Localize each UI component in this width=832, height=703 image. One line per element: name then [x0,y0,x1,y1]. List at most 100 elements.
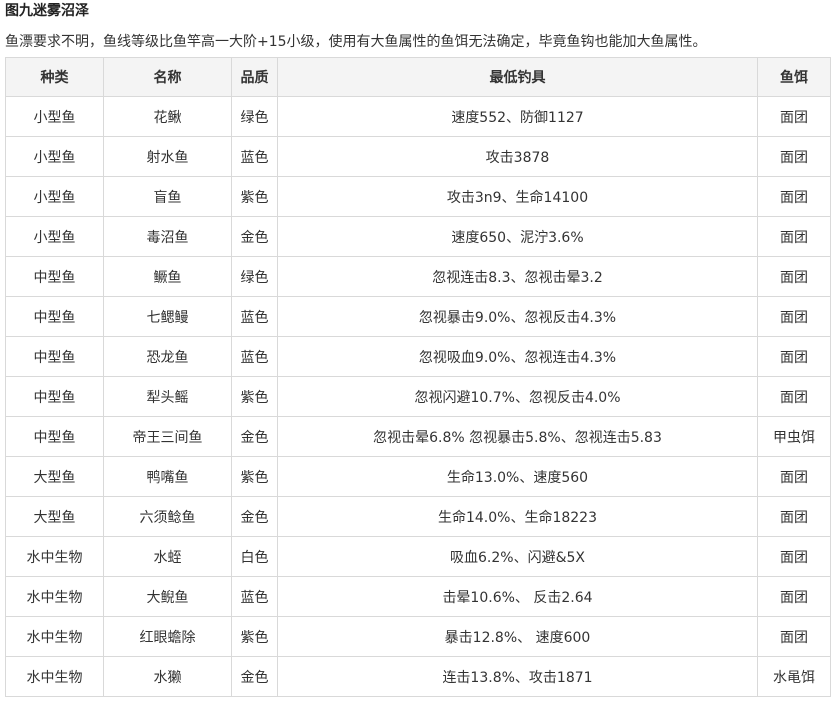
cell-bait: 面团 [757,456,831,497]
cell-type: 中型鱼 [5,296,104,337]
cell-min-gear: 忽视连击8.3、忽视击晕3.2 [277,256,758,297]
table-row: 中型鱼 帝王三间鱼 金色 忽视击晕6.8% 忽视暴击5.8%、忽视连击5.83 甲虫饵 [5,416,831,457]
cell-min-gear: 吸血6.2%、闪避&5X [277,536,758,577]
table-row: 大型鱼 六须鲶鱼 金色 生命14.0%、生命18223 面团 [5,496,831,537]
cell-type: 小型鱼 [5,176,104,217]
cell-bait: 面团 [757,256,831,297]
header-min-gear: 最低钓具 [277,57,758,97]
cell-min-gear: 忽视击晕6.8% 忽视暴击5.8%、忽视连击5.83 [277,416,758,457]
header-quality: 品质 [231,57,278,97]
table-row: 小型鱼 花鳅 绿色 速度552、防御1127 面团 [5,96,831,137]
cell-type: 中型鱼 [5,416,104,457]
cell-type: 小型鱼 [5,136,104,177]
table-header-row: 种类 名称 品质 最低钓具 鱼饵 [5,57,831,97]
cell-bait: 面团 [757,576,831,617]
cell-min-gear: 生命14.0%、生命18223 [277,496,758,537]
cell-min-gear: 攻击3878 [277,136,758,177]
intro-text: 鱼漂要求不明，鱼线等级比鱼竿高一大阶+15小级，使用有大鱼属性的鱼饵无法确定，毕… [5,34,707,50]
cell-bait: 面团 [757,376,831,417]
cell-bait: 甲虫饵 [757,416,831,457]
table-row: 水中生物 大鲵鱼 蓝色 击晕10.6%、 反击2.64 面团 [5,576,831,617]
table-row: 大型鱼 鸭嘴鱼 紫色 生命13.0%、速度560 面团 [5,456,831,497]
cell-quality: 紫色 [231,376,278,417]
cell-type: 中型鱼 [5,256,104,297]
cell-type: 水中生物 [5,616,104,657]
cell-bait: 面团 [757,336,831,377]
cell-name: 水獭 [103,656,232,697]
table-row: 水中生物 红眼蟾除 紫色 暴击12.8%、 速度600 面团 [5,616,831,657]
cell-name: 红眼蟾除 [103,616,232,657]
cell-type: 中型鱼 [5,336,104,377]
cell-type: 水中生物 [5,576,104,617]
cell-bait: 面团 [757,536,831,577]
cell-quality: 紫色 [231,456,278,497]
table-body: 小型鱼 花鳅 绿色 速度552、防御1127 面团 小型鱼 射水鱼 蓝色 攻击3878 面团 小型鱼… [5,96,831,697]
cell-bait: 面团 [757,616,831,657]
cell-name: 鸭嘴鱼 [103,456,232,497]
cell-name: 大鲵鱼 [103,576,232,617]
cell-name: 鳜鱼 [103,256,232,297]
table-row: 小型鱼 射水鱼 蓝色 攻击3878 面团 [5,136,831,177]
cell-name: 花鳅 [103,96,232,137]
cell-type: 大型鱼 [5,456,104,497]
cell-type: 小型鱼 [5,96,104,137]
header-name: 名称 [103,57,232,97]
table-row: 小型鱼 毒沼鱼 金色 速度650、泥泞3.6% 面团 [5,216,831,257]
cell-quality: 金色 [231,496,278,537]
cell-quality: 金色 [231,216,278,257]
header-type: 种类 [5,57,104,97]
cell-name: 射水鱼 [103,136,232,177]
table-row: 中型鱼 恐龙鱼 蓝色 忽视吸血9.0%、忽视连击4.3% 面团 [5,336,831,377]
cell-min-gear: 忽视吸血9.0%、忽视连击4.3% [277,336,758,377]
cell-quality: 金色 [231,416,278,457]
cell-name: 帝王三间鱼 [103,416,232,457]
cell-quality: 金色 [231,656,278,697]
cell-quality: 绿色 [231,96,278,137]
cell-type: 大型鱼 [5,496,104,537]
table-row: 中型鱼 鳜鱼 绿色 忽视连击8.3、忽视击晕3.2 面团 [5,256,831,297]
cell-bait: 面团 [757,136,831,177]
cell-quality: 紫色 [231,616,278,657]
cell-min-gear: 击晕10.6%、 反击2.64 [277,576,758,617]
table-row: 水中生物 水蛭 白色 吸血6.2%、闪避&5X 面团 [5,536,831,577]
cell-bait: 面团 [757,496,831,537]
cell-name: 水蛭 [103,536,232,577]
cell-type: 中型鱼 [5,376,104,417]
table-row: 小型鱼 盲鱼 紫色 攻击3n9、生命14100 面团 [5,176,831,217]
cell-min-gear: 忽视暴击9.0%、忽视反击4.3% [277,296,758,337]
cell-quality: 蓝色 [231,296,278,337]
cell-quality: 白色 [231,536,278,577]
cell-min-gear: 生命13.0%、速度560 [277,456,758,497]
cell-bait: 面团 [757,296,831,337]
header-bait: 鱼饵 [757,57,831,97]
table-row: 中型鱼 犁头鳐 紫色 忽视闪避10.7%、忽视反击4.0% 面团 [5,376,831,417]
table-row: 水中生物 水獭 金色 连击13.8%、攻击1871 水黾饵 [5,656,831,697]
cell-bait: 面团 [757,176,831,217]
cell-name: 七鳃鳗 [103,296,232,337]
cell-quality: 蓝色 [231,336,278,377]
cell-quality: 紫色 [231,176,278,217]
cell-name: 毒沼鱼 [103,216,232,257]
fish-table: 种类 名称 品质 最低钓具 鱼饵 小型鱼 花鳅 绿色 速度552、防御1127 面团 小型… [5,57,831,697]
cell-min-gear: 速度650、泥泞3.6% [277,216,758,257]
cell-bait: 水黾饵 [757,656,831,697]
cell-name: 盲鱼 [103,176,232,217]
cell-min-gear: 连击13.8%、攻击1871 [277,656,758,697]
cell-type: 水中生物 [5,536,104,577]
cell-quality: 绿色 [231,256,278,297]
cell-name: 六须鲶鱼 [103,496,232,537]
cell-name: 犁头鳐 [103,376,232,417]
cell-min-gear: 速度552、防御1127 [277,96,758,137]
cell-bait: 面团 [757,216,831,257]
cell-min-gear: 暴击12.8%、 速度600 [277,616,758,657]
cell-quality: 蓝色 [231,576,278,617]
cell-type: 小型鱼 [5,216,104,257]
table-row: 中型鱼 七鳃鳗 蓝色 忽视暴击9.0%、忽视反击4.3% 面团 [5,296,831,337]
cell-quality: 蓝色 [231,136,278,177]
page-title: 图九迷雾沼泽 [5,3,89,19]
cell-min-gear: 忽视闪避10.7%、忽视反击4.0% [277,376,758,417]
cell-name: 恐龙鱼 [103,336,232,377]
cell-type: 水中生物 [5,656,104,697]
cell-bait: 面团 [757,96,831,137]
cell-min-gear: 攻击3n9、生命14100 [277,176,758,217]
